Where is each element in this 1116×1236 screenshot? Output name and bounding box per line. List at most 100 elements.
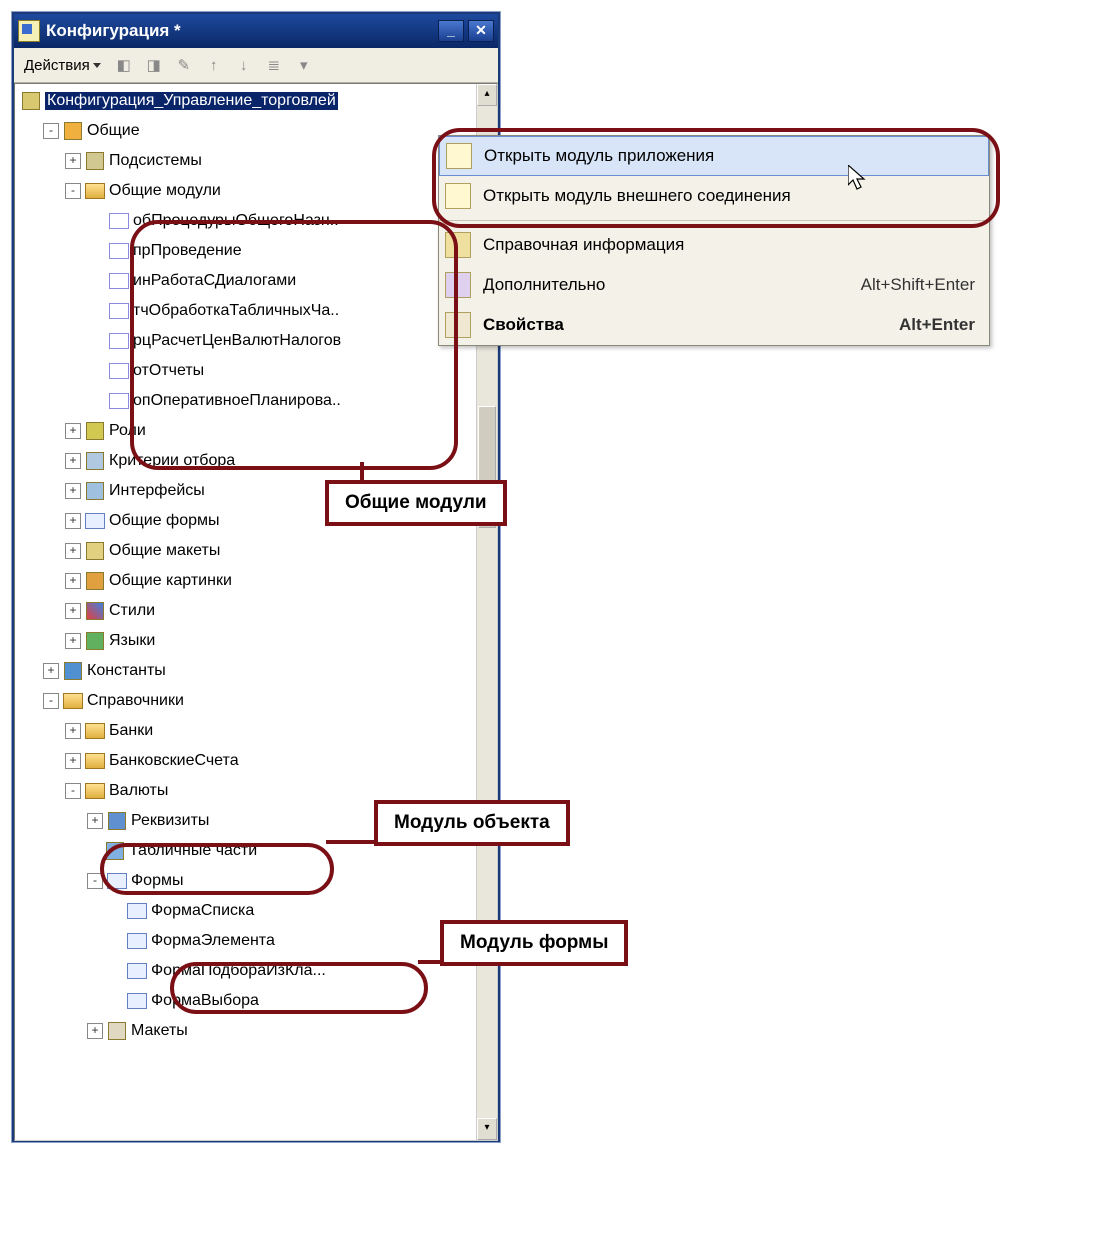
tree-item-languages[interactable]: + Языки [21,626,475,656]
collapse-icon[interactable]: - [43,693,59,709]
tree-item-subsystems[interactable]: + Подсистемы [21,146,475,176]
expand-icon[interactable]: + [65,603,81,619]
tree-item-catalogs[interactable]: - Справочники [21,686,475,716]
tree-item-templates[interactable]: + Макеты [21,1016,475,1046]
titlebar[interactable]: Конфигурация * _ ✕ [14,14,498,48]
tree-item-label: инРаботаСДиалогами [133,272,296,290]
toolbar-up-icon[interactable]: ↑ [201,52,227,78]
expand-icon[interactable]: + [65,483,81,499]
tree-item-module[interactable]: прПроведение [21,236,475,266]
tree-item-common-pictures[interactable]: +Общие картинки [21,566,475,596]
tree-item-roles[interactable]: + Роли [21,416,475,446]
callout-object-module: Модуль объекта [374,800,570,846]
tree-item-form[interactable]: ФормаПодбораИзКла... [21,956,475,986]
toolbar-button-3[interactable]: ✎ [171,52,197,78]
tree-item-label: Общие [87,122,140,140]
expand-icon[interactable]: + [65,573,81,589]
template-icon [107,1022,127,1040]
expand-icon[interactable]: + [65,723,81,739]
tree-item-label: Языки [109,632,155,650]
module-icon [445,183,471,209]
expand-icon[interactable]: + [87,813,103,829]
expand-icon[interactable]: + [65,513,81,529]
tree-item-module[interactable]: рцРасчетЦенВалютНалогов [21,326,475,356]
constants-icon [63,662,83,680]
toolbar: Действия ◧ ◨ ✎ ↑ ↓ ≣ ▾ [14,48,498,83]
expand-icon[interactable]: + [65,153,81,169]
collapse-icon[interactable]: - [43,123,59,139]
menu-open-app-module[interactable]: Открыть модуль приложения [439,136,989,176]
expand-icon[interactable]: + [65,423,81,439]
annotation-connector [326,840,376,844]
tree-item-module[interactable]: тчОбработкаТабличныхЧа.. [21,296,475,326]
toolbar-button-6[interactable]: ≣ [261,52,287,78]
tree-item-label: Интерфейсы [109,482,205,500]
callout-label: Общие модули [345,492,487,513]
tree-item-form[interactable]: ФормаЭлемента [21,926,475,956]
tree-item-label: Реквизиты [131,812,209,830]
actions-menu-button[interactable]: Действия [18,55,107,76]
expand-icon[interactable]: + [65,543,81,559]
tree-item-label: БанковскиеСчета [109,752,239,770]
tree-item-common-templates[interactable]: +Общие макеты [21,536,475,566]
tree-item-form[interactable]: ФормаСписка [21,896,475,926]
tree-item-label: Банки [109,722,153,740]
toolbar-down-icon[interactable]: ↓ [231,52,257,78]
template-icon [85,542,105,560]
expand-icon[interactable]: + [87,1023,103,1039]
tree-item-label: Табличные части [129,842,257,860]
expand-icon[interactable]: + [65,753,81,769]
tree-item-label: Валюты [109,782,168,800]
tree-item-banks[interactable]: + Банки [21,716,475,746]
tree-item-module[interactable]: инРаботаСДиалогами [21,266,475,296]
tree-item-bank-accounts[interactable]: + БанковскиеСчета [21,746,475,776]
menu-shortcut: Alt+Shift+Enter [861,275,975,295]
toolbar-filter-icon[interactable]: ▾ [291,52,317,78]
menu-open-ext-connection[interactable]: Открыть модуль внешнего соединения [439,176,989,216]
expand-icon[interactable]: + [65,453,81,469]
tree-item-selection-criteria[interactable]: +Критерии отбора [21,446,475,476]
tree-item-constants[interactable]: +Константы [21,656,475,686]
tree-item-form[interactable]: ФормаВыбора [21,986,475,1016]
tree-item-label: Макеты [131,1022,188,1040]
tree-item-module[interactable]: обПроцедурыОбщегоНазн.. [21,206,475,236]
tree-item-module[interactable]: опОперативноеПланирова.. [21,386,475,416]
scroll-up-icon[interactable]: ▴ [477,84,497,106]
tree-item-styles[interactable]: +Стили [21,596,475,626]
collapse-icon[interactable]: - [87,873,103,889]
toolbar-button-1[interactable]: ◧ [111,52,137,78]
tree-root[interactable]: Конфигурация_Управление_торговлей [21,86,475,116]
scroll-down-icon[interactable]: ▾ [477,1118,497,1140]
toolbar-button-2[interactable]: ◨ [141,52,167,78]
tree-item-label: опОперативноеПланирова.. [133,392,341,410]
collapse-icon[interactable]: - [65,783,81,799]
interface-icon [85,482,105,500]
folder-icon [85,752,105,770]
module-icon [446,143,472,169]
context-menu: Открыть модуль приложения Открыть модуль… [438,135,990,346]
chevron-down-icon [93,63,101,68]
tree-root-label: Конфигурация_Управление_торговлей [45,92,338,110]
config-tree[interactable]: Конфигурация_Управление_торговлей - Общи… [15,84,477,1140]
tree-item-forms[interactable]: -Формы [21,866,475,896]
close-button[interactable]: ✕ [468,20,494,42]
tree-item-label: Справочники [87,692,184,710]
collapse-icon[interactable]: - [65,183,81,199]
help-icon [445,232,471,258]
expand-icon[interactable]: + [43,663,59,679]
menu-additional[interactable]: Дополнительно Alt+Shift+Enter [439,265,989,305]
tree-item-common-modules[interactable]: - Общие модули [21,176,475,206]
menu-properties[interactable]: Свойства Alt+Enter [439,305,989,345]
modules-folder-icon [85,182,105,200]
additional-icon [445,272,471,298]
menu-help-info[interactable]: Справочная информация [439,225,989,265]
minimize-button[interactable]: _ [438,20,464,42]
tree-item-label: Роли [109,422,146,440]
folder-icon [85,782,105,800]
menu-separator [439,220,989,221]
tree-item-module[interactable]: отОтчеты [21,356,475,386]
tree-item-common[interactable]: - Общие [21,116,475,146]
menu-shortcut: Alt+Enter [899,315,975,335]
expand-icon[interactable]: + [65,633,81,649]
callout-form-module: Модуль формы [440,920,628,966]
